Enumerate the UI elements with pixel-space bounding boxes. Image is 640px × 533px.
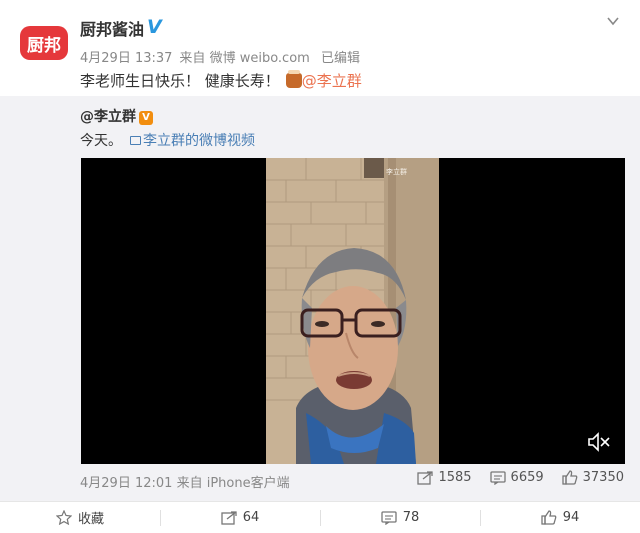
video-still-image: 李立群 bbox=[266, 158, 439, 464]
avatar-logo-text: 厨邦 bbox=[27, 35, 61, 56]
favorite-button[interactable]: 收藏 bbox=[0, 502, 160, 533]
quoted-source[interactable]: iPhone客户端 bbox=[207, 476, 290, 491]
verified-icon: V bbox=[147, 16, 162, 38]
thumbs-up-icon bbox=[561, 470, 578, 485]
quoted-comment-button[interactable]: 6659 bbox=[489, 470, 544, 485]
quoted-date[interactable]: 4月29日 12:01 bbox=[80, 476, 172, 491]
repost-icon bbox=[417, 470, 434, 485]
post-text: 李老师生日快乐！ 健康长寿！ @李立群 bbox=[80, 70, 362, 91]
comment-button[interactable]: 78 bbox=[320, 502, 480, 533]
video-watermark: 李立群 bbox=[386, 167, 407, 176]
post-body: 李老师生日快乐！ 健康长寿！ bbox=[80, 72, 280, 90]
mute-icon[interactable] bbox=[587, 432, 611, 452]
quoted-like-count: 37350 bbox=[582, 470, 624, 485]
comment-icon bbox=[381, 510, 397, 525]
like-button[interactable]: 94 bbox=[480, 502, 640, 533]
thumbs-up-icon bbox=[541, 510, 557, 525]
post-meta: 4月29日 13:37 来自 微博 weibo.com 已编辑 bbox=[80, 47, 367, 66]
quoted-author[interactable]: @李立群 V bbox=[80, 106, 153, 126]
video-link-icon bbox=[130, 136, 141, 145]
post-source[interactable]: 微博 weibo.com bbox=[210, 51, 310, 66]
source-prefix: 来自 bbox=[179, 51, 206, 66]
video-link-label[interactable]: 李立群的微博视频 bbox=[143, 133, 255, 149]
verified-badge-icon: V bbox=[139, 111, 153, 125]
quoted-post: @李立群 V 今天。 李立群的微博视频 李立群 4月29日 12:01 来自 i… bbox=[0, 96, 640, 501]
comment-count: 78 bbox=[402, 510, 420, 525]
quoted-comment-count: 6659 bbox=[510, 470, 544, 485]
quoted-body: 今天。 bbox=[80, 133, 122, 149]
author-name[interactable]: 厨邦酱油 bbox=[80, 16, 144, 40]
quoted-meta: 4月29日 12:01 来自 iPhone客户端 bbox=[80, 472, 290, 491]
quoted-stats: 1585 6659 37350 bbox=[417, 470, 624, 485]
video-player[interactable]: 李立群 bbox=[81, 158, 625, 464]
post-header: 厨邦 厨邦酱油 V 4月29日 13:37 来自 微博 weibo.com 已编辑… bbox=[0, 0, 640, 96]
video-link[interactable]: 李立群的微博视频 bbox=[130, 133, 255, 149]
quoted-source-prefix: 来自 bbox=[176, 476, 203, 491]
comment-icon bbox=[489, 470, 506, 485]
repost-button[interactable]: 64 bbox=[160, 502, 320, 533]
quoted-like-button[interactable]: 37350 bbox=[561, 470, 624, 485]
repost-icon bbox=[221, 510, 237, 525]
post-date[interactable]: 4月29日 13:37 bbox=[80, 51, 172, 66]
cake-emoji-icon bbox=[285, 70, 302, 88]
mention-link[interactable]: @李立群 bbox=[302, 72, 362, 90]
quoted-text: 今天。 李立群的微博视频 bbox=[80, 130, 255, 150]
avatar[interactable]: 厨邦 bbox=[20, 26, 68, 60]
video-frame[interactable]: 李立群 bbox=[266, 158, 439, 464]
repost-count: 64 bbox=[242, 510, 260, 525]
favorite-label: 收藏 bbox=[77, 512, 104, 527]
chevron-down-icon[interactable] bbox=[606, 14, 620, 28]
edited-label[interactable]: 已编辑 bbox=[321, 51, 360, 66]
action-bar: 收藏 64 78 94 bbox=[0, 501, 640, 533]
like-count: 94 bbox=[562, 510, 580, 525]
quoted-repost-count: 1585 bbox=[438, 470, 472, 485]
quoted-author-name[interactable]: @李立群 bbox=[80, 109, 136, 125]
quoted-repost-button[interactable]: 1585 bbox=[417, 470, 472, 485]
star-icon bbox=[55, 510, 72, 525]
